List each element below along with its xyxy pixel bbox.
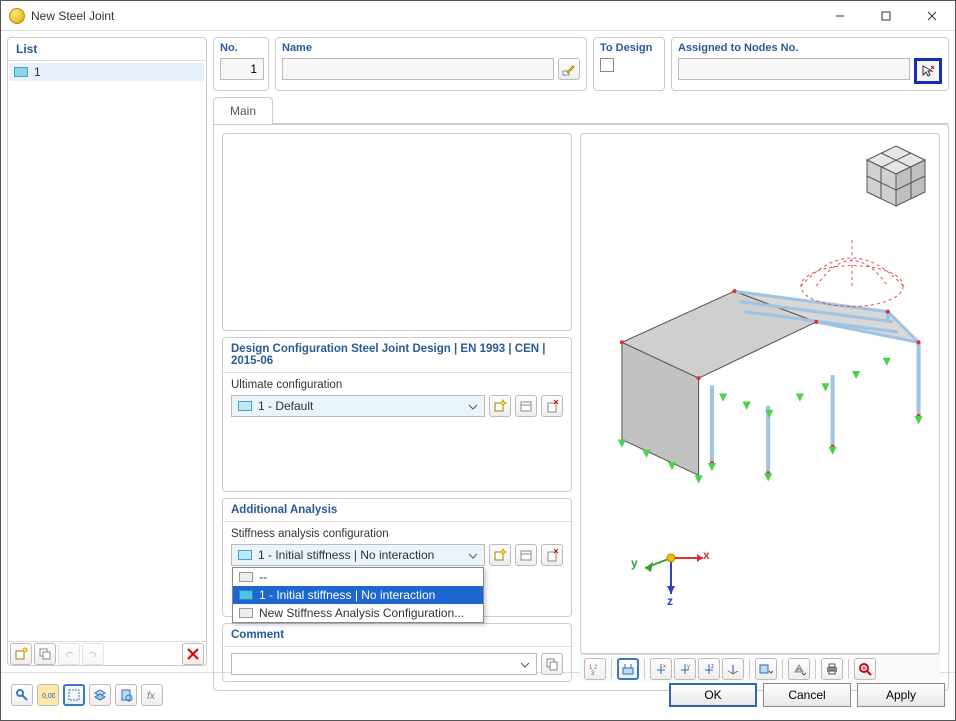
edit-name-button[interactable] <box>558 58 580 80</box>
vp-display-dropdown[interactable] <box>755 658 777 680</box>
comment-edit-button[interactable] <box>541 653 563 675</box>
to-design-checkbox[interactable] <box>600 58 614 72</box>
library-config-button[interactable] <box>515 395 537 417</box>
assigned-field-group: Assigned to Nodes No. <box>671 37 949 91</box>
new-stiffness-button[interactable] <box>489 544 511 566</box>
library-stiffness-button[interactable] <box>515 544 537 566</box>
vp-numbering-button[interactable]: 123 <box>584 658 606 680</box>
new-config-button[interactable] <box>489 395 511 417</box>
comment-header: Comment <box>223 624 571 647</box>
delete-config-button[interactable] <box>541 395 563 417</box>
vp-render-dropdown[interactable] <box>788 658 810 680</box>
axis-z-label: z <box>667 594 673 608</box>
dropdown-item-label: -- <box>259 570 267 584</box>
chevron-down-icon <box>518 658 532 672</box>
vp-local-y-button[interactable]: y <box>674 658 696 680</box>
delete-item-button[interactable] <box>182 643 204 665</box>
ultimate-config-label: Ultimate configuration <box>231 379 563 391</box>
color-swatch-icon <box>14 67 28 77</box>
ok-button[interactable]: OK <box>669 683 757 707</box>
stiffness-config-dropdown: -- 1 - Initial stiffness | No interactio… <box>232 567 484 623</box>
vp-local-x-button[interactable]: x <box>650 658 672 680</box>
vp-print-dropdown[interactable] <box>821 658 843 680</box>
dropdown-item-blank[interactable]: -- <box>233 568 483 586</box>
additional-analysis-header: Additional Analysis <box>223 499 571 522</box>
close-button[interactable] <box>909 1 955 31</box>
dropdown-item-initial-stiffness[interactable]: 1 - Initial stiffness | No interaction <box>233 586 483 604</box>
ultimate-config-value: 1 - Default <box>258 399 313 413</box>
stiffness-config-label: Stiffness analysis configuration <box>231 528 563 540</box>
axis-x-label: x <box>703 548 710 562</box>
name-field-group: Name <box>275 37 587 91</box>
svg-text:z: z <box>711 664 714 670</box>
comment-section: Comment <box>222 623 572 682</box>
stiffness-config-combo[interactable]: 1 - Initial stiffness | No interaction -… <box>231 544 485 566</box>
dropdown-item-new-config[interactable]: New Stiffness Analysis Configuration... <box>233 604 483 622</box>
model-viewport[interactable]: x y z <box>580 133 940 654</box>
list-panel: List 1 <box>7 37 207 666</box>
svg-text:2: 2 <box>594 665 598 671</box>
new-item-button[interactable] <box>10 643 32 665</box>
cancel-button[interactable]: Cancel <box>763 683 851 707</box>
svg-text:fx: fx <box>147 691 156 702</box>
tool-wrench-button[interactable] <box>11 684 33 706</box>
list-header: List <box>8 38 206 61</box>
design-config-header: Design Configuration Steel Joint Design … <box>223 338 571 373</box>
assigned-label: Assigned to Nodes No. <box>678 42 942 54</box>
window-title: New Steel Joint <box>31 9 817 23</box>
svg-text:3: 3 <box>591 671 595 676</box>
svg-text:y: y <box>687 664 690 670</box>
minimize-button[interactable] <box>817 1 863 31</box>
preview-placeholder <box>222 133 572 331</box>
maximize-button[interactable] <box>863 1 909 31</box>
vp-axes-button[interactable] <box>722 658 744 680</box>
dropdown-item-label: New Stiffness Analysis Configuration... <box>259 606 464 620</box>
tool-layers-button[interactable] <box>89 684 111 706</box>
color-swatch-icon <box>238 401 252 411</box>
axis-y-label: y <box>631 556 638 570</box>
color-swatch-icon <box>238 550 252 560</box>
app-icon <box>9 8 25 24</box>
tool-selection-button[interactable] <box>63 684 85 706</box>
copy-item-button[interactable] <box>34 643 56 665</box>
name-input[interactable] <box>282 58 554 80</box>
design-config-section: Design Configuration Steel Joint Design … <box>222 337 572 492</box>
apply-button[interactable]: Apply <box>857 683 945 707</box>
to-design-label: To Design <box>600 42 658 54</box>
vp-reset-view-button[interactable] <box>854 658 876 680</box>
delete-stiffness-button[interactable] <box>541 544 563 566</box>
to-design-field-group: To Design <box>593 37 665 91</box>
dropdown-item-label: 1 - Initial stiffness | No interaction <box>259 588 435 602</box>
vp-show-model-button[interactable] <box>617 658 639 680</box>
list-item-label: 1 <box>34 65 41 79</box>
axis-triad: x y z <box>631 528 711 611</box>
no-field-group: No. <box>213 37 269 91</box>
comment-combo[interactable] <box>231 653 537 675</box>
tool-filter-button[interactable] <box>115 684 137 706</box>
tool-units-button[interactable]: 0,00 <box>37 684 59 706</box>
assigned-input[interactable] <box>678 58 910 80</box>
svg-text:x: x <box>663 664 666 670</box>
vp-local-z-button[interactable]: z <box>698 658 720 680</box>
viewport-toolbar: 123 x y z <box>580 654 940 682</box>
no-input[interactable] <box>220 58 264 80</box>
redo-button <box>82 643 104 665</box>
list-item[interactable]: 1 <box>10 63 204 81</box>
svg-text:0,00: 0,00 <box>42 693 55 700</box>
chevron-down-icon <box>466 549 480 563</box>
additional-analysis-section: Additional Analysis Stiffness analysis c… <box>222 498 572 617</box>
undo-button <box>58 643 80 665</box>
tool-script-button[interactable]: fx <box>141 684 163 706</box>
chevron-down-icon <box>466 400 480 414</box>
no-label: No. <box>220 42 262 54</box>
stiffness-config-value: 1 - Initial stiffness | No interaction <box>258 548 434 562</box>
ultimate-config-combo[interactable]: 1 - Default <box>231 395 485 417</box>
tab-main[interactable]: Main <box>213 97 273 124</box>
pick-nodes-button[interactable] <box>914 58 942 84</box>
name-label: Name <box>282 42 580 54</box>
